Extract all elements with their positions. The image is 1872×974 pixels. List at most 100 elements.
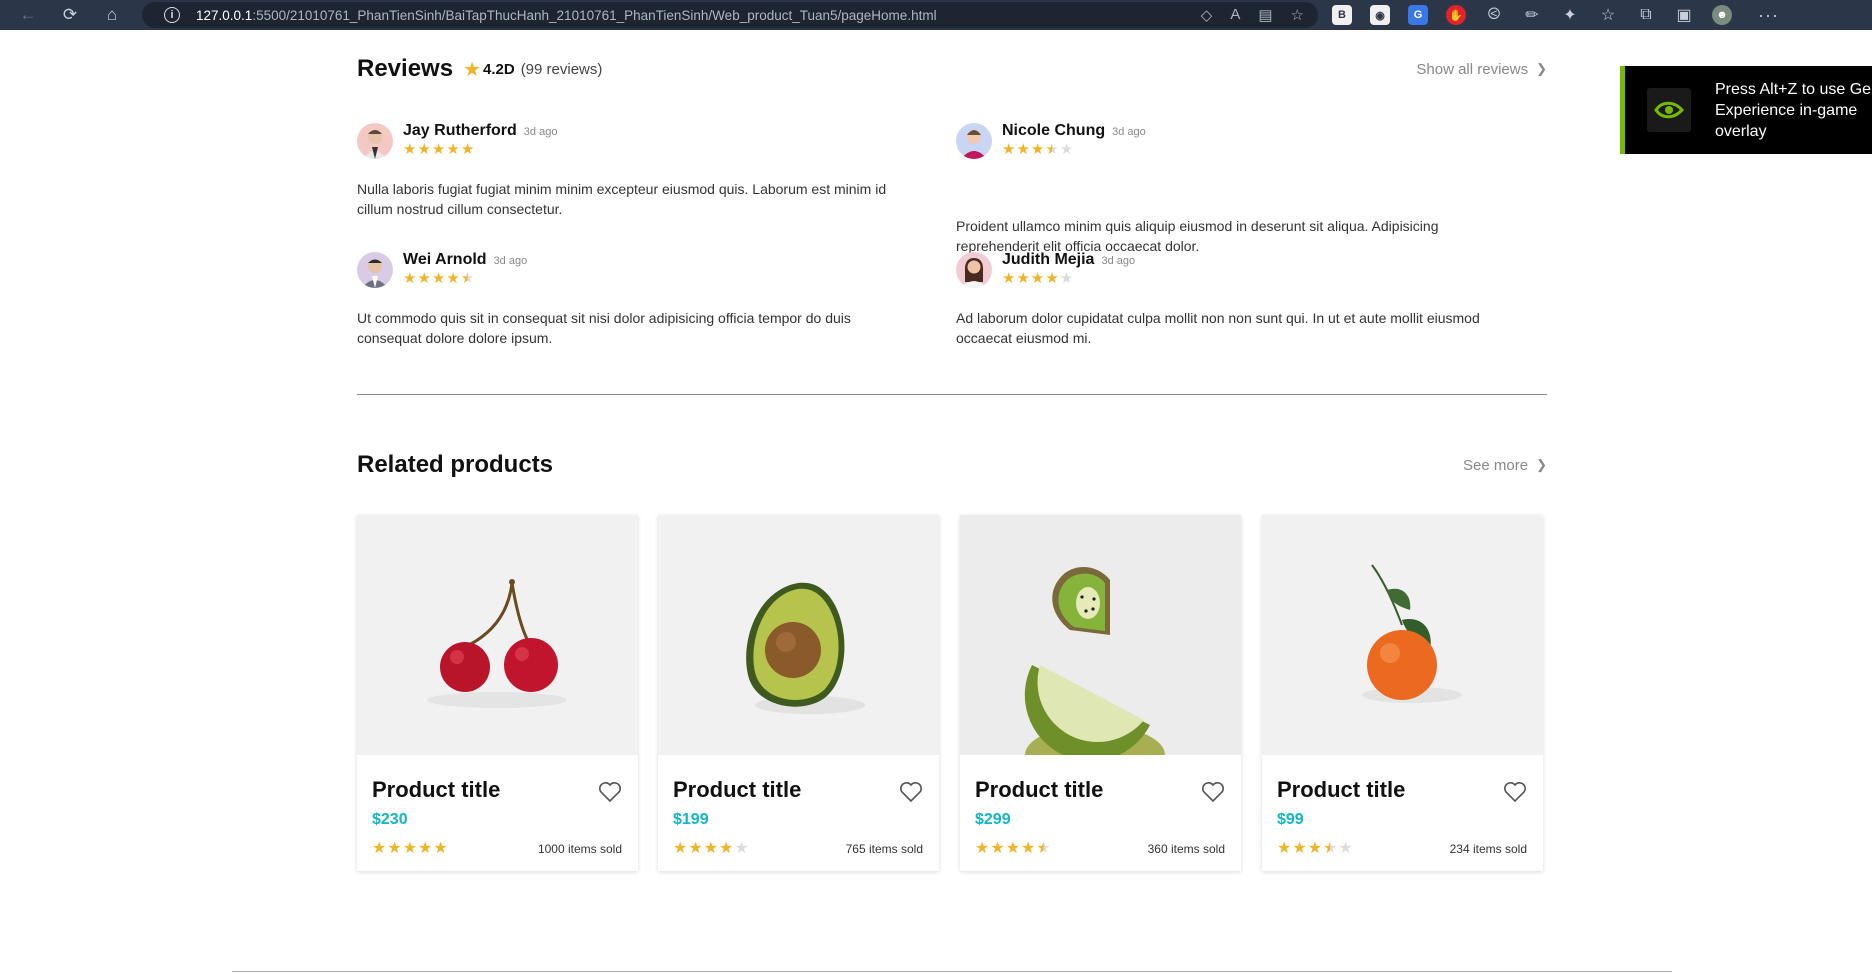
- address-actions: ◇ A ▤ ☆: [1201, 6, 1304, 24]
- split-screen-icon[interactable]: ▤: [1258, 6, 1272, 24]
- product-price: $199: [673, 811, 709, 828]
- avatar: [357, 123, 393, 159]
- product-image-kiwi-lime[interactable]: [960, 515, 1241, 755]
- review-count: (99 reviews): [520, 60, 603, 78]
- pen-icon[interactable]: ✏: [1522, 5, 1542, 25]
- back-icon[interactable]: ←: [14, 3, 42, 27]
- see-more-link[interactable]: See more ❯: [1463, 457, 1547, 474]
- reviews-header: Reviews ★ 4.2D (99 reviews) Show all rev…: [357, 52, 1547, 86]
- read-aloud-icon[interactable]: A: [1230, 6, 1240, 24]
- product-price: $230: [372, 811, 408, 828]
- star-icon: ★: [1021, 840, 1036, 857]
- overlay-line-1: Press Alt+Z to use GeF: [1715, 80, 1872, 98]
- nvidia-overlay-toast[interactable]: Press Alt+Z to use GeF Experience in-gam…: [1620, 66, 1872, 154]
- star-icon: ★: [1030, 141, 1045, 158]
- star-icon: ★: [1323, 840, 1338, 857]
- extensions: B ◉ G ✋ ⧀ ✏ ✦ ☆ ⧉ ▣ ☻: [1332, 5, 1732, 25]
- collections-icon[interactable]: ⧉: [1636, 5, 1656, 25]
- review-item: Nicole Chung 3d ago ★ ★ ★ ★ ★ Proident ullam…: [956, 122, 1496, 256]
- review-item: Wei Arnold 3d ago ★ ★ ★ ★ ★ Ut commodo quis …: [357, 251, 897, 348]
- product-title[interactable]: Product title: [975, 777, 1103, 803]
- favorite-add-icon[interactable]: ☆: [1291, 6, 1304, 24]
- profile-avatar-icon[interactable]: ☻: [1712, 5, 1732, 25]
- product-price: $99: [1277, 811, 1304, 828]
- review-time: 3d ago: [493, 255, 528, 267]
- review-item: Judith Mejia 3d ago ★ ★ ★ ★ ★ Ad laborum dol…: [956, 251, 1496, 348]
- review-text: Proident ullamco minim quis aliquip eius…: [956, 218, 1439, 254]
- review-text: Ut commodo quis sit in consequat sit nis…: [357, 310, 851, 346]
- heart-icon[interactable]: [598, 781, 622, 803]
- avatar: [956, 123, 992, 159]
- refresh-icon[interactable]: ⟳: [56, 3, 84, 27]
- product-card[interactable]: Product title $199 ★ ★ ★ ★ ★ 765 items sold: [658, 515, 939, 871]
- reviews-title: Reviews: [357, 55, 454, 82]
- translate-icon[interactable]: G: [1408, 5, 1428, 25]
- star-icon: ★: [402, 840, 418, 857]
- star-icon: ★: [975, 840, 990, 857]
- review-time: 3d ago: [1112, 126, 1146, 138]
- star-icon: ★: [460, 141, 475, 158]
- info-icon[interactable]: i: [164, 7, 180, 23]
- tag-icon[interactable]: ◇: [1201, 6, 1213, 24]
- product-title[interactable]: Product title: [1277, 777, 1405, 803]
- product-image-tangerine[interactable]: [1262, 515, 1543, 755]
- extension-glasses-icon[interactable]: ◉: [1370, 5, 1390, 25]
- home-icon[interactable]: ⌂: [98, 3, 126, 27]
- avatar: [956, 252, 992, 288]
- product-title[interactable]: Product title: [372, 777, 500, 803]
- chevron-right-icon: ❯: [1536, 61, 1547, 76]
- star-icon: ★: [688, 840, 703, 857]
- star-icon: ★: [1292, 840, 1307, 857]
- review-item: Jay Rutherford 3d ago ★ ★ ★ ★ ★ Nulla labori…: [357, 122, 897, 219]
- star-icon: ★: [1338, 840, 1353, 857]
- star-icon: ★: [433, 840, 448, 857]
- url-host: 127.0.0.1: [196, 7, 253, 23]
- star-icon: ★: [403, 270, 417, 287]
- star-icon: ★: [431, 270, 446, 287]
- product-card[interactable]: Product title $99 ★ ★ ★ ★ ★ 234 items sold: [1262, 515, 1543, 871]
- reviewer-name: Nicole Chung: [1002, 122, 1106, 139]
- screenshot-icon[interactable]: ▣: [1674, 5, 1694, 25]
- items-sold: 234 items sold: [1449, 842, 1527, 856]
- star-icon: ★: [1030, 270, 1045, 287]
- overlay-line-3: overlay: [1715, 122, 1767, 140]
- star-icon: ★: [1307, 840, 1323, 857]
- product-card[interactable]: Product title $230 ★ ★ ★ ★ ★ 1000 items sold: [357, 515, 638, 871]
- favorites-icon[interactable]: ☆: [1598, 5, 1618, 25]
- compass-icon[interactable]: ⧀: [1484, 5, 1504, 25]
- related-products-header: Related products See more ❯: [357, 448, 1547, 482]
- review-stars: ★ ★ ★ ★ ★: [1002, 271, 1135, 286]
- extensions-puzzle-icon[interactable]: ✦: [1560, 5, 1580, 25]
- review-stars: ★ ★ ★ ★ ★: [403, 271, 527, 286]
- product-card[interactable]: Product title $299 ★ ★ ★ ★ ★ 360 items sold: [960, 515, 1241, 871]
- star-icon: ★: [431, 141, 446, 158]
- adblock-icon[interactable]: ✋: [1446, 5, 1466, 25]
- address-bar[interactable]: i 127.0.0.1:5500/21010761_PhanTienSinh/B…: [142, 2, 1318, 28]
- product-title[interactable]: Product title: [673, 777, 801, 803]
- star-icon: ★: [1045, 270, 1059, 287]
- heart-icon[interactable]: [1201, 781, 1225, 803]
- star-icon: ★: [1045, 141, 1059, 158]
- star-icon: ★: [460, 270, 475, 287]
- see-more-label: See more: [1463, 456, 1529, 474]
- footer-divider: [232, 971, 1672, 972]
- bitwarden-icon[interactable]: B: [1332, 5, 1352, 25]
- star-icon: ★: [446, 141, 460, 158]
- star-icon: ★: [1059, 141, 1074, 158]
- browser-toolbar: ← ⟳ ⌂ i 127.0.0.1:5500/21010761_PhanTien…: [0, 0, 1872, 30]
- product-stars: ★ ★ ★ ★ ★: [1277, 840, 1353, 857]
- product-image-avocado[interactable]: [658, 515, 939, 755]
- section-divider: [357, 394, 1547, 395]
- star-icon: ★: [1036, 840, 1051, 857]
- show-all-reviews-link[interactable]: Show all reviews ❯: [1416, 61, 1547, 78]
- star-icon: ★: [1005, 840, 1021, 857]
- product-image-cherries[interactable]: [357, 515, 638, 755]
- more-menu-icon[interactable]: ···: [1758, 5, 1779, 26]
- heart-icon[interactable]: [899, 781, 923, 803]
- star-icon: ★: [1002, 270, 1016, 287]
- star-icon: ★: [1277, 840, 1292, 857]
- items-sold: 765 items sold: [845, 842, 923, 856]
- nvidia-logo-icon: [1647, 88, 1691, 132]
- heart-icon[interactable]: [1503, 781, 1527, 803]
- star-icon: ★: [1002, 141, 1016, 158]
